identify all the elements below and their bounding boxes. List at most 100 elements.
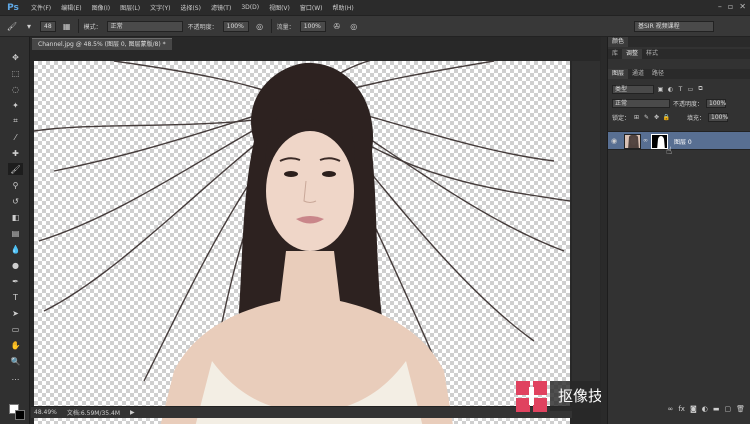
status-bar: 48.49% 文档:6.59M/35.4M ▶ bbox=[31, 406, 572, 418]
maximize-icon[interactable]: ▫ bbox=[728, 2, 733, 11]
workspace-select[interactable]: 基SIR 视频课程 bbox=[634, 21, 714, 32]
trash-icon[interactable]: 🗑 bbox=[736, 405, 745, 413]
more-tools-icon[interactable]: … bbox=[8, 371, 23, 383]
quick-select-tool-icon[interactable]: ✦ bbox=[8, 99, 23, 111]
menu-type[interactable]: 文字(Y) bbox=[145, 3, 175, 12]
background-color-swatch[interactable] bbox=[15, 410, 25, 420]
brush-tool-preset-icon[interactable]: 🖌 bbox=[6, 20, 18, 32]
visibility-eye-icon[interactable]: ◉ bbox=[611, 137, 620, 146]
filter-pixel-icon[interactable]: ▣ bbox=[657, 86, 664, 93]
vertical-scroll-area[interactable] bbox=[572, 61, 600, 408]
hand-tool-icon[interactable]: ✋ bbox=[8, 339, 23, 351]
menu-view[interactable]: 视图(V) bbox=[264, 3, 295, 12]
fx-icon[interactable]: fx bbox=[678, 405, 685, 413]
filter-type-icon[interactable]: T bbox=[677, 86, 684, 93]
blend-row: 正常 不透明度： 100% bbox=[608, 97, 750, 109]
pen-tool-icon[interactable]: ✒ bbox=[8, 275, 23, 287]
zoom-readout[interactable]: 48.49% bbox=[34, 409, 57, 416]
mode-select[interactable]: 正常 bbox=[106, 20, 183, 32]
menu-window[interactable]: 窗口(W) bbox=[295, 3, 328, 12]
marquee-tool-icon[interactable]: ⬚ bbox=[8, 67, 23, 79]
eyedropper-tool-icon[interactable]: ⁄ bbox=[8, 131, 23, 143]
kind-filter-select[interactable]: 类型 bbox=[612, 84, 654, 94]
layer-row[interactable]: ◉ ∞ 图层 0 bbox=[608, 131, 750, 150]
history-brush-tool-icon[interactable]: ↺ bbox=[8, 195, 23, 207]
hand-cursor-icon: ☝ bbox=[666, 146, 673, 157]
dodge-tool-icon[interactable]: ● bbox=[8, 259, 23, 271]
clone-stamp-tool-icon[interactable]: ⚲ bbox=[8, 179, 23, 191]
airbrush-icon[interactable]: ✇ bbox=[331, 20, 343, 32]
flow-field[interactable]: 100% bbox=[299, 20, 326, 32]
filter-shape-icon[interactable]: ▭ bbox=[687, 86, 694, 93]
fill-field[interactable]: 100% bbox=[708, 112, 728, 122]
path-select-tool-icon[interactable]: ➤ bbox=[8, 307, 23, 319]
divider bbox=[77, 19, 79, 33]
pressure-size-icon[interactable]: ◎ bbox=[348, 20, 360, 32]
tab-paths[interactable]: 路径 bbox=[648, 69, 668, 79]
portrait-image bbox=[34, 61, 570, 424]
banner-logo-icon bbox=[514, 379, 550, 413]
layer-thumbnail[interactable] bbox=[624, 134, 641, 149]
menu-file[interactable]: 文件(F) bbox=[26, 3, 56, 12]
type-tool-icon[interactable]: T bbox=[8, 291, 23, 303]
link-layers-icon[interactable]: ∞ bbox=[668, 405, 674, 413]
lock-transparent-icon[interactable]: ⊞ bbox=[633, 114, 640, 121]
canvas[interactable] bbox=[34, 61, 570, 424]
status-menu-arrow-icon[interactable]: ▶ bbox=[130, 409, 135, 416]
lasso-tool-icon[interactable]: ◌ bbox=[8, 83, 23, 95]
new-layer-icon[interactable]: ▢ bbox=[724, 405, 731, 413]
blend-mode-select[interactable]: 正常 bbox=[612, 98, 670, 108]
minimize-icon[interactable]: – bbox=[718, 2, 722, 11]
tab-layers[interactable]: 图层 bbox=[608, 69, 629, 79]
tab-adjustments[interactable]: 调整 bbox=[622, 49, 643, 59]
menu-layer[interactable]: 图层(L) bbox=[115, 3, 145, 12]
zoom-tool-icon[interactable]: 🔍 bbox=[8, 355, 23, 367]
layer-name[interactable]: 图层 0 bbox=[674, 137, 692, 146]
layers-panel-tabs: 图层 通道 路径 bbox=[608, 69, 750, 79]
options-bar: 🖌 ▾ 48 ▦ 模式： 正常 不透明度： 100% ◎ 流量： 100% ✇ … bbox=[0, 15, 750, 37]
tab-libraries[interactable]: 库 bbox=[608, 49, 622, 59]
document-area: Channel.jpg @ 48.5% (图层 0, 图层蒙版/8) * 48.… bbox=[31, 37, 687, 424]
brush-size-picker[interactable]: 48 bbox=[40, 20, 56, 32]
lock-image-icon[interactable]: ✎ bbox=[643, 114, 650, 121]
menu-select[interactable]: 选择(S) bbox=[175, 3, 206, 12]
filter-smart-icon[interactable]: ⧉ bbox=[697, 85, 704, 93]
chevron-down-icon[interactable]: ▾ bbox=[23, 20, 35, 32]
menu-bar: Ps 文件(F) 编辑(E) 图像(I) 图层(L) 文字(Y) 选择(S) 滤… bbox=[0, 0, 750, 15]
layer-opacity-field[interactable]: 100% bbox=[706, 98, 726, 108]
right-eye bbox=[322, 171, 336, 177]
menu-help[interactable]: 帮助(H) bbox=[328, 3, 359, 12]
menu-edit[interactable]: 编辑(E) bbox=[56, 3, 86, 12]
eraser-tool-icon[interactable]: ◧ bbox=[8, 211, 23, 223]
brush-tool-icon[interactable]: 🖌 bbox=[8, 163, 23, 175]
tab-styles[interactable]: 样式 bbox=[642, 49, 662, 59]
tools-panel: ✥ ⬚ ◌ ✦ ⌗ ⁄ ✚ 🖌 ⚲ ↺ ◧ ▤ 💧 ● ✒ T ➤ ▭ ✋ 🔍 … bbox=[0, 37, 30, 424]
photoshop-logo: Ps bbox=[7, 2, 19, 13]
blur-tool-icon[interactable]: 💧 bbox=[8, 243, 23, 255]
color-panel-tabs: 颜色 bbox=[608, 37, 750, 47]
fill-label: 填充： bbox=[687, 114, 706, 122]
menu-image[interactable]: 图像(I) bbox=[87, 3, 115, 12]
crop-tool-icon[interactable]: ⌗ bbox=[8, 115, 23, 127]
move-tool-icon[interactable]: ✥ bbox=[8, 51, 23, 63]
menu-filter[interactable]: 滤镜(T) bbox=[206, 3, 236, 12]
add-mask-icon[interactable]: ◙ bbox=[690, 405, 697, 413]
document-tab[interactable]: Channel.jpg @ 48.5% (图层 0, 图层蒙版/8) * bbox=[32, 38, 172, 50]
adjustment-layer-icon[interactable]: ◐ bbox=[702, 405, 708, 413]
lock-all-icon[interactable]: 🔒 bbox=[663, 114, 670, 121]
tab-color[interactable]: 颜色 bbox=[608, 37, 629, 47]
filter-adjust-icon[interactable]: ◐ bbox=[667, 86, 674, 93]
lock-position-icon[interactable]: ✥ bbox=[653, 114, 660, 121]
brush-panel-icon[interactable]: ▦ bbox=[61, 20, 73, 32]
opacity-field[interactable]: 100% bbox=[222, 20, 249, 32]
new-group-icon[interactable]: ▬ bbox=[713, 405, 720, 413]
pressure-opacity-icon[interactable]: ◎ bbox=[254, 20, 266, 32]
gradient-tool-icon[interactable]: ▤ bbox=[8, 227, 23, 239]
layer-filter-row: 类型 ▣ ◐ T ▭ ⧉ bbox=[608, 83, 750, 95]
menu-3d[interactable]: 3D(D) bbox=[236, 4, 264, 11]
tab-channels[interactable]: 通道 bbox=[628, 69, 648, 79]
chain-link-icon[interactable]: ∞ bbox=[643, 137, 648, 144]
close-icon[interactable]: ✕ bbox=[739, 2, 746, 11]
healing-brush-tool-icon[interactable]: ✚ bbox=[8, 147, 23, 159]
shape-tool-icon[interactable]: ▭ bbox=[8, 323, 23, 335]
